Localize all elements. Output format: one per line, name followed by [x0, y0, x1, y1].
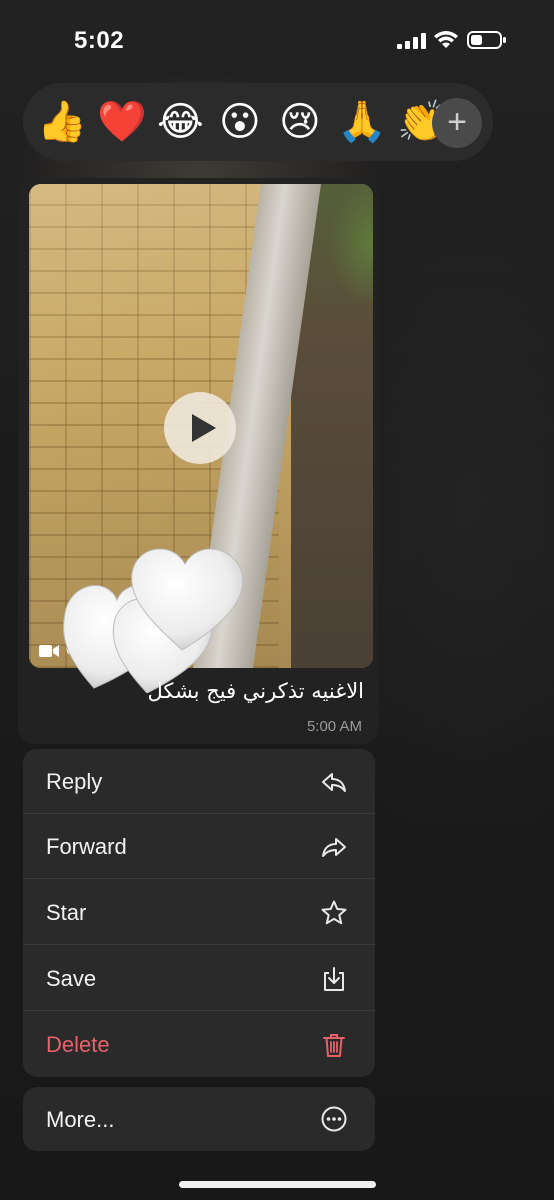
- signal-icon: [397, 33, 426, 49]
- wifi-icon: [434, 31, 458, 48]
- pray-reaction[interactable]: 🙏: [337, 100, 387, 144]
- trash-icon: [323, 1034, 345, 1057]
- add-reaction-button[interactable]: +: [432, 98, 482, 148]
- star-icon: [321, 900, 347, 925]
- menu-item-star[interactable]: Star: [23, 880, 375, 945]
- menu-item-label: Forward: [46, 834, 127, 859]
- reply-icon: [322, 773, 346, 792]
- wow-reaction[interactable]: 😮: [219, 100, 261, 144]
- menu-item-forward[interactable]: Forward: [23, 814, 375, 879]
- home-indicator[interactable]: [179, 1181, 376, 1188]
- thumbs-up-reaction[interactable]: 👍: [37, 100, 87, 144]
- menu-item-label: More...: [46, 1107, 115, 1132]
- save-icon: [324, 967, 344, 991]
- menu-item-delete[interactable]: Delete: [23, 1012, 375, 1077]
- heart-reaction[interactable]: ❤️: [97, 100, 147, 144]
- menu-item-more[interactable]: More...: [23, 1087, 375, 1151]
- status-time: 5:02: [74, 27, 125, 54]
- menu-item-reply[interactable]: Reply: [23, 749, 375, 814]
- message-timestamp: 5:00 AM: [306, 718, 362, 735]
- status-bar: 5:02: [0, 0, 554, 80]
- context-menu: Reply Forward Star Save Delete: [23, 749, 375, 1077]
- video-camera-icon: [39, 645, 59, 657]
- menu-item-label: Reply: [46, 769, 103, 794]
- reaction-bar: 👍 ❤️ 😂 😮 😢 🙏 👏 +: [23, 83, 493, 161]
- menu-item-label: Delete: [46, 1032, 110, 1057]
- sad-reaction[interactable]: 😢: [279, 100, 321, 144]
- message-caption: الاغنيه تذكرني فيج بشكل: [147, 679, 364, 703]
- battery-icon: [467, 31, 506, 49]
- laugh-reaction[interactable]: 😂: [157, 100, 204, 144]
- menu-item-save[interactable]: Save: [23, 946, 375, 1011]
- menu-item-label: Star: [46, 900, 87, 925]
- more-icon: [321, 1106, 347, 1132]
- white-hearts-sticker: [63, 548, 244, 693]
- menu-item-label: Save: [46, 966, 97, 991]
- play-button[interactable]: [164, 392, 236, 464]
- forward-icon: [322, 838, 346, 857]
